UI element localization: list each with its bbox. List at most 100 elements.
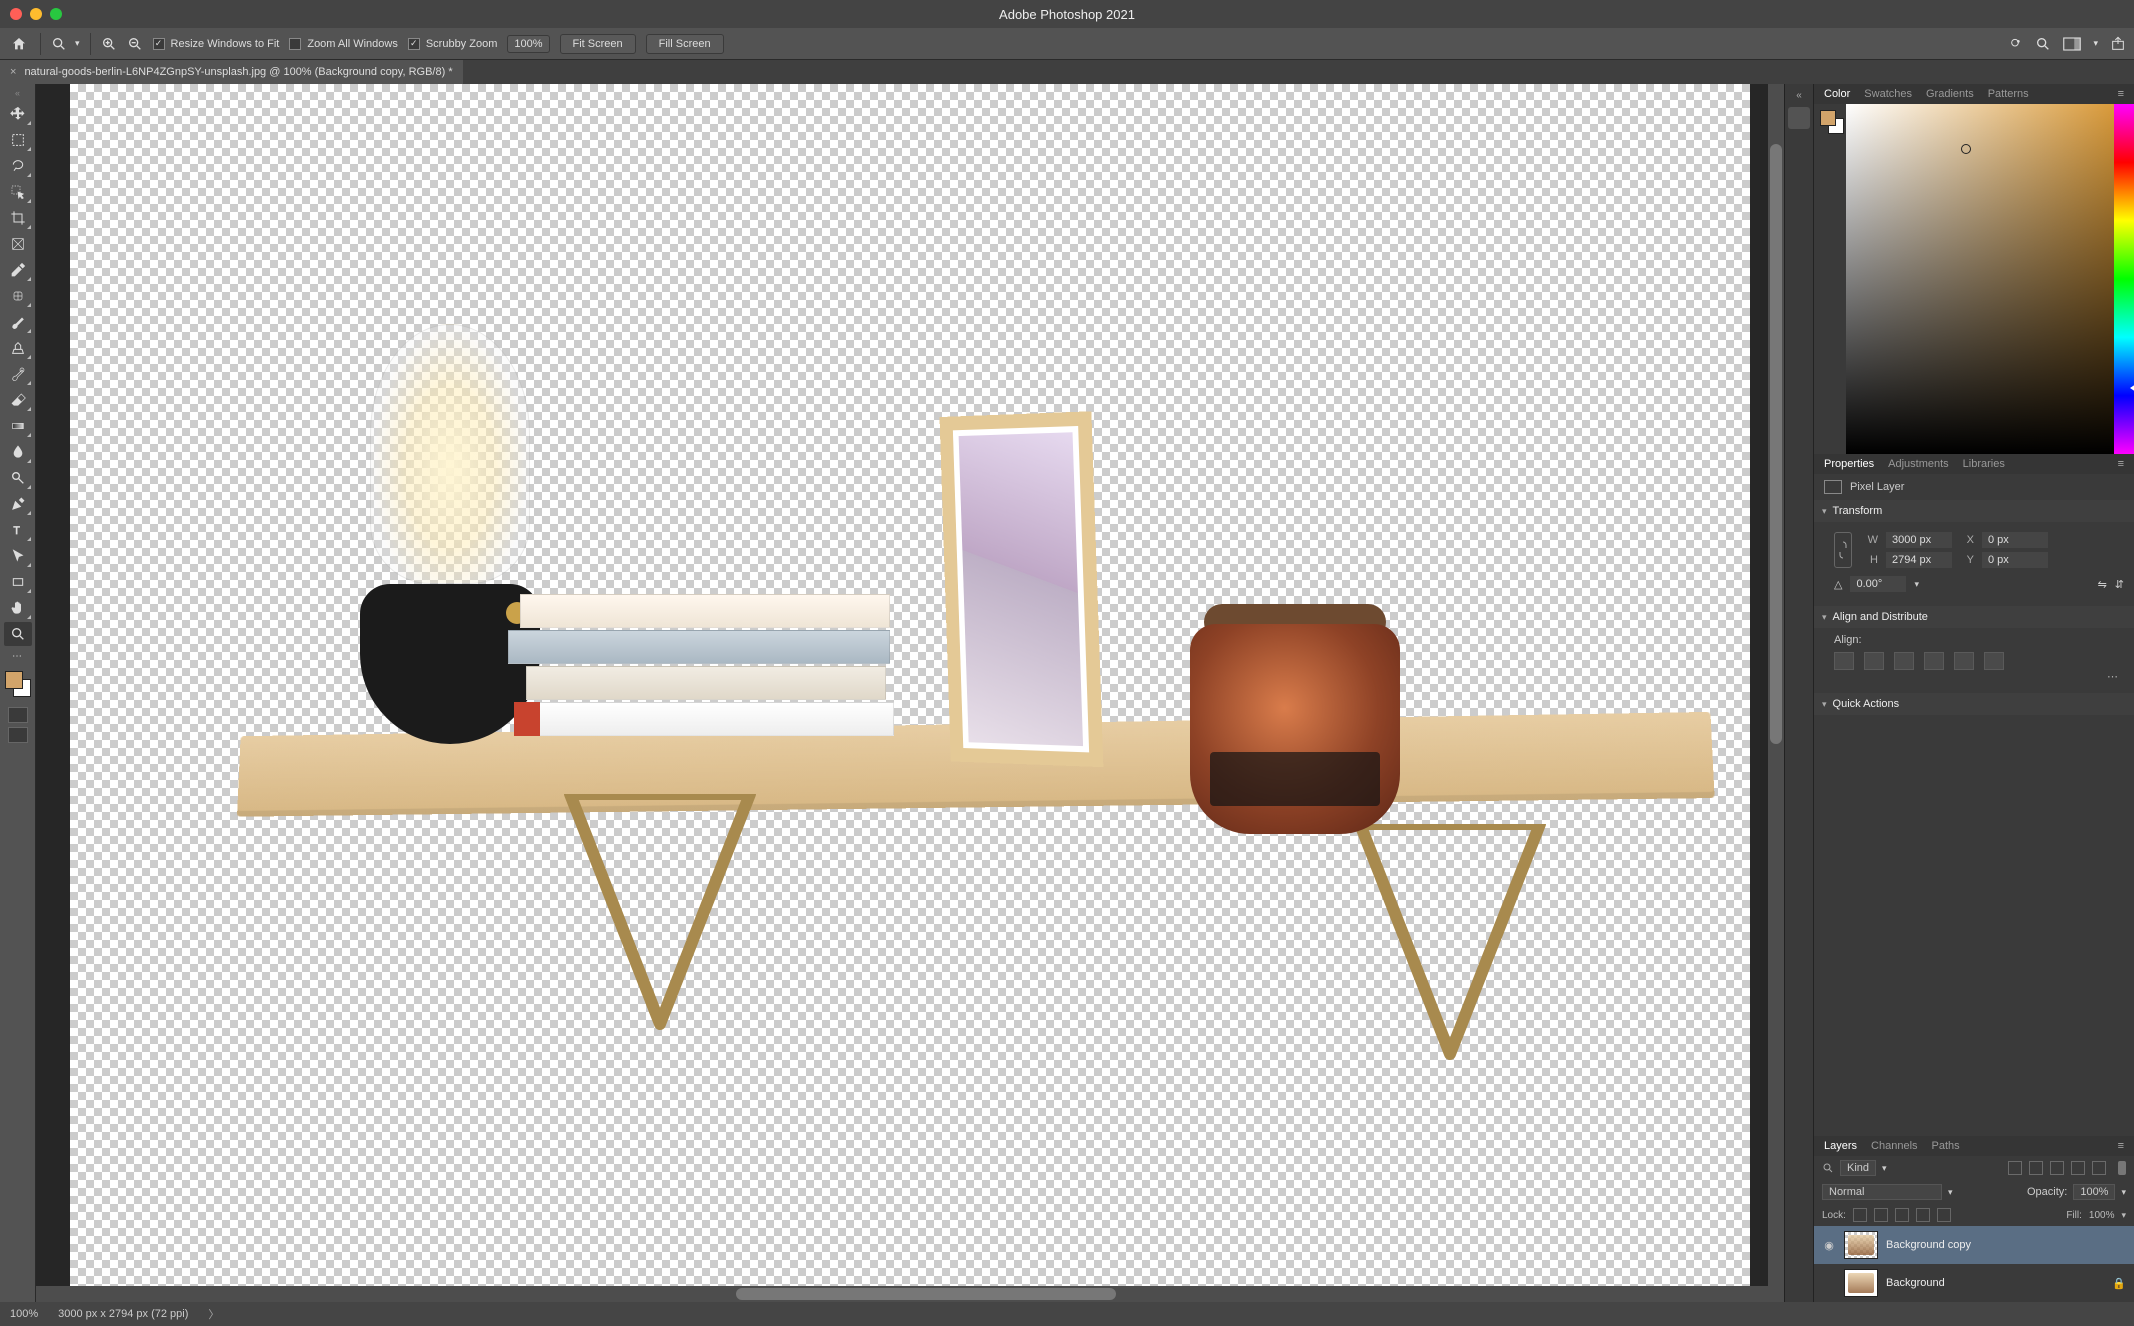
- quick-actions-head[interactable]: ▾ Quick Actions: [1814, 693, 2134, 715]
- eraser-tool[interactable]: [4, 388, 32, 412]
- layer-name[interactable]: Background: [1886, 1277, 1945, 1289]
- pen-tool[interactable]: [4, 492, 32, 516]
- path-select-tool[interactable]: [4, 544, 32, 568]
- expand-panels-icon[interactable]: «: [1796, 90, 1802, 101]
- align-right-button[interactable]: [1894, 652, 1914, 670]
- visibility-toggle-icon[interactable]: ◉: [1822, 1238, 1836, 1252]
- filter-shape-icon[interactable]: [2071, 1161, 2085, 1175]
- workspace-switcher-icon[interactable]: [2063, 37, 2081, 51]
- fill-screen-button[interactable]: Fill Screen: [646, 34, 724, 54]
- layer-thumbnail[interactable]: [1844, 1269, 1878, 1297]
- zoom-out-icon[interactable]: [127, 36, 143, 52]
- y-input[interactable]: [1982, 552, 2048, 568]
- chevron-down-icon[interactable]: ▾: [2121, 1187, 2126, 1198]
- filter-type-icon[interactable]: [2050, 1161, 2064, 1175]
- align-section-head[interactable]: ▾ Align and Distribute: [1814, 606, 2134, 628]
- scrollbar-thumb[interactable]: [736, 1288, 1116, 1300]
- lock-all-icon[interactable]: [1937, 1208, 1951, 1222]
- dodge-tool[interactable]: [4, 466, 32, 490]
- close-window-button[interactable]: [10, 8, 22, 20]
- layer-name[interactable]: Background copy: [1886, 1239, 1971, 1251]
- chevron-down-icon[interactable]: ▾: [75, 38, 80, 49]
- rectangle-tool[interactable]: [4, 570, 32, 594]
- layer-row[interactable]: ◉ Background copy: [1814, 1226, 2134, 1264]
- foreground-color-swatch[interactable]: [5, 671, 23, 689]
- layer-thumbnail[interactable]: [1844, 1231, 1878, 1259]
- cloud-docs-icon[interactable]: [2007, 36, 2023, 52]
- chevron-down-icon[interactable]: ▾: [1914, 579, 1919, 590]
- align-hcenter-button[interactable]: [1864, 652, 1884, 670]
- tab-swatches[interactable]: Swatches: [1864, 88, 1912, 100]
- chevron-down-icon[interactable]: ▾: [1948, 1187, 1953, 1198]
- align-more-button[interactable]: ⋯: [1834, 670, 2124, 683]
- blend-mode-select[interactable]: Normal: [1822, 1184, 1942, 1200]
- maximize-window-button[interactable]: [50, 8, 62, 20]
- chevron-down-icon[interactable]: ▾: [2093, 38, 2098, 49]
- x-input[interactable]: [1982, 532, 2048, 548]
- height-input[interactable]: [1886, 552, 1952, 568]
- document-tab[interactable]: × natural-goods-berlin-L6NP4ZGnpSY-unspl…: [0, 60, 463, 84]
- flip-vertical-icon[interactable]: ⇵: [2115, 578, 2124, 591]
- canvas-area[interactable]: [36, 84, 1784, 1302]
- lock-pixels-icon[interactable]: [1874, 1208, 1888, 1222]
- hand-tool[interactable]: [4, 596, 32, 620]
- tab-properties[interactable]: Properties: [1824, 458, 1874, 470]
- visibility-toggle-icon[interactable]: [1822, 1276, 1836, 1290]
- scrollbar-thumb[interactable]: [1770, 144, 1782, 744]
- filter-pixel-icon[interactable]: [2008, 1161, 2022, 1175]
- panel-menu-icon[interactable]: ≡: [2118, 458, 2124, 470]
- home-button[interactable]: [8, 33, 30, 55]
- document-canvas[interactable]: [70, 84, 1750, 1302]
- hue-pointer-icon[interactable]: [2130, 384, 2134, 392]
- flip-horizontal-icon[interactable]: ⇋: [2098, 578, 2107, 591]
- scrubby-zoom-checkbox[interactable]: Scrubby Zoom: [408, 38, 498, 50]
- fill-value[interactable]: 100%: [2089, 1210, 2115, 1221]
- status-dimensions[interactable]: 3000 px x 2794 px (72 ppi): [58, 1308, 188, 1320]
- history-brush-tool[interactable]: [4, 362, 32, 386]
- align-bottom-button[interactable]: [1984, 652, 2004, 670]
- clone-stamp-tool[interactable]: [4, 336, 32, 360]
- marquee-tool[interactable]: [4, 128, 32, 152]
- tab-layers[interactable]: Layers: [1824, 1140, 1857, 1152]
- gradient-tool[interactable]: [4, 414, 32, 438]
- layer-row[interactable]: Background 🔒: [1814, 1264, 2134, 1302]
- status-zoom[interactable]: 100%: [10, 1308, 38, 1320]
- type-tool[interactable]: T: [4, 518, 32, 542]
- fit-screen-button[interactable]: Fit Screen: [560, 34, 636, 54]
- brush-tool[interactable]: [4, 310, 32, 334]
- hue-strip[interactable]: [2114, 104, 2134, 454]
- tab-gradients[interactable]: Gradients: [1926, 88, 1974, 100]
- resize-windows-checkbox[interactable]: Resize Windows to Fit: [153, 38, 280, 50]
- tab-paths[interactable]: Paths: [1932, 1140, 1960, 1152]
- collapsed-panel-button[interactable]: [1788, 107, 1810, 129]
- lock-transparent-icon[interactable]: [1853, 1208, 1867, 1222]
- status-chevron-icon[interactable]: 〉: [208, 1306, 219, 1322]
- filter-smart-icon[interactable]: [2092, 1161, 2106, 1175]
- crop-tool[interactable]: [4, 206, 32, 230]
- foreground-background-colors[interactable]: [5, 671, 31, 697]
- align-left-button[interactable]: [1834, 652, 1854, 670]
- quick-mask-button[interactable]: [8, 707, 28, 723]
- blur-tool[interactable]: [4, 440, 32, 464]
- move-tool[interactable]: [4, 102, 32, 126]
- collapse-handle-icon[interactable]: «: [15, 88, 20, 98]
- eyedropper-tool[interactable]: [4, 258, 32, 282]
- color-field[interactable]: [1846, 104, 2114, 454]
- lock-position-icon[interactable]: [1895, 1208, 1909, 1222]
- vertical-scrollbar[interactable]: [1768, 84, 1784, 1302]
- minimize-window-button[interactable]: [30, 8, 42, 20]
- zoom-percent-button[interactable]: 100%: [507, 35, 549, 53]
- mini-fgbg-swatch[interactable]: [1820, 110, 1844, 134]
- link-wh-button[interactable]: [1834, 532, 1852, 568]
- tab-adjustments[interactable]: Adjustments: [1888, 458, 1949, 470]
- close-tab-icon[interactable]: ×: [10, 66, 16, 78]
- layer-filter-kind[interactable]: Kind: [1840, 1160, 1876, 1176]
- opacity-value[interactable]: 100%: [2073, 1184, 2115, 1200]
- tab-channels[interactable]: Channels: [1871, 1140, 1917, 1152]
- search-icon[interactable]: [2035, 36, 2051, 52]
- panel-menu-icon[interactable]: ≡: [2118, 1140, 2124, 1152]
- filter-adjust-icon[interactable]: [2029, 1161, 2043, 1175]
- align-vcenter-button[interactable]: [1954, 652, 1974, 670]
- chevron-down-icon[interactable]: ▾: [1882, 1163, 1887, 1174]
- width-input[interactable]: [1886, 532, 1952, 548]
